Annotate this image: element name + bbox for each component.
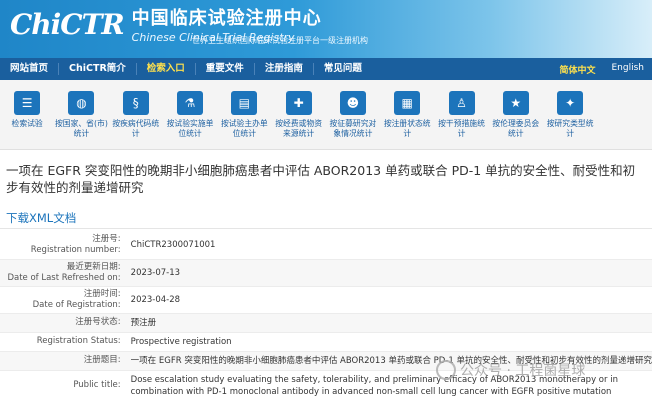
- row-label: 最近更新日期: Date of Last Refreshed on:: [0, 259, 125, 287]
- tool-label: 按国家、省(市)统计: [55, 119, 108, 138]
- table-row: 注册号: Registration number: ChiCTR230007100…: [0, 232, 652, 260]
- row-label: 注册题目:: [0, 351, 125, 371]
- registration-status-en: Prospective registration: [124, 332, 652, 352]
- tool-by-disease[interactable]: § 按疾病代码统计: [109, 80, 163, 149]
- row-label: Registration Status:: [0, 332, 125, 352]
- medkit-icon: ✚: [285, 91, 312, 115]
- watermark-text: 公众号 · 工程菌星球: [460, 363, 586, 379]
- logo-mark: ChiCTR: [10, 7, 125, 41]
- registration-status-cn: 预注册: [124, 313, 652, 333]
- nav-about[interactable]: ChiCTR简介: [59, 63, 137, 75]
- lang-english-link[interactable]: English: [604, 63, 652, 76]
- wechat-icon: [436, 360, 456, 380]
- tool-label: 按试验实施单位统计: [166, 119, 214, 138]
- map-icon: ◍: [68, 91, 95, 115]
- tool-label: 按干预措施统计: [438, 119, 485, 138]
- nav-guide[interactable]: 注册指南: [255, 63, 314, 75]
- row-label: 注册号: Registration number:: [0, 232, 125, 260]
- main-nav: 网站首页 ChiCTR简介 检索入口 重要文件 注册指南 常见问题 简体中文 E…: [0, 58, 652, 80]
- registration-date: 2023-04-28: [124, 286, 652, 314]
- tool-by-funding[interactable]: ✚ 按经费或物资来源统计: [271, 80, 325, 149]
- table-row: 注册时间: Date of Registration: 2023-04-28: [0, 286, 652, 314]
- divider: [0, 228, 652, 229]
- table-row: Registration Status: Prospective registr…: [0, 332, 652, 352]
- tool-by-ethics[interactable]: ★ 按伦理委员会统计: [489, 80, 543, 149]
- tool-label: 按征募研究对象情况统计: [329, 119, 377, 138]
- sparkle-icon: ✦: [557, 91, 584, 115]
- tool-by-institution[interactable]: ⚗ 按试验实施单位统计: [163, 80, 217, 149]
- tool-by-sponsor[interactable]: ▤ 按试验主办单位统计: [217, 80, 271, 149]
- tool-by-recruitment[interactable]: ☻ 按征募研究对象情况统计: [326, 80, 380, 149]
- star-icon: ★: [502, 91, 529, 115]
- list-icon: ☰: [14, 91, 41, 115]
- trial-title: 一项在 EGFR 突变阳性的晚期非小细胞肺癌患者中评估 ABOR2013 单药或…: [6, 163, 636, 195]
- tool-label: 按疾病代码统计: [112, 119, 160, 138]
- row-label: 注册时间: Date of Registration:: [0, 286, 125, 314]
- keyboard-icon: ▦: [394, 91, 421, 115]
- nav-documents[interactable]: 重要文件: [196, 63, 255, 75]
- row-label: 注册号状态:: [0, 313, 125, 333]
- tool-by-study-type[interactable]: ✦ 按研究类型统计: [543, 80, 597, 149]
- tool-label: 按试验主办单位统计: [220, 119, 268, 138]
- tool-label: 按研究类型统计: [546, 119, 594, 138]
- nav-home[interactable]: 网站首页: [0, 63, 60, 75]
- tool-by-country[interactable]: ◍ 按国家、省(市)统计: [54, 80, 108, 149]
- tool-by-status[interactable]: ▦ 按注册状态统计: [380, 80, 434, 149]
- watermark: 公众号 · 工程菌星球: [436, 360, 585, 380]
- people-icon: ☻: [339, 91, 366, 115]
- tool-label: 检索试验: [11, 119, 43, 128]
- table-row: 最近更新日期: Date of Last Refreshed on: 2023-0…: [0, 259, 652, 287]
- registration-number: ChiCTR2300071001: [124, 232, 652, 260]
- dna-icon: §: [122, 91, 149, 115]
- banner-subtitle: 世界卫生组织国际临床试验注册平台一级注册机构: [192, 36, 368, 45]
- download-xml-link[interactable]: 下载XML文档: [6, 210, 76, 226]
- nav-faq[interactable]: 常见问题: [314, 63, 372, 75]
- tool-label: 按注册状态统计: [383, 119, 431, 138]
- person-icon: ♙: [448, 91, 475, 115]
- lang-chinese-link[interactable]: 简体中文: [551, 63, 603, 76]
- tool-label: 按伦理委员会统计: [492, 119, 540, 138]
- last-refreshed-date: 2023-07-13: [124, 259, 652, 287]
- logo-title-cn: 中国临床试验注册中心: [131, 8, 322, 29]
- header-banner: ChiCTR 中国临床试验注册中心 Chinese Clinical Trial…: [0, 0, 652, 58]
- flask-icon: ⚗: [177, 91, 204, 115]
- tool-label: 按经费或物资来源统计: [275, 119, 323, 138]
- tool-by-intervention[interactable]: ♙ 按干预措施统计: [434, 80, 488, 149]
- nav-search[interactable]: 检索入口: [137, 63, 196, 75]
- row-label: Public title:: [0, 370, 125, 400]
- tool-search-trials[interactable]: ☰ 检索试验: [0, 80, 54, 149]
- table-row: 注册号状态: 预注册: [0, 313, 652, 333]
- statistics-toolbar: ☰ 检索试验 ◍ 按国家、省(市)统计 § 按疾病代码统计 ⚗ 按试验实施单位统…: [0, 80, 652, 150]
- clipboard-icon: ▤: [231, 91, 258, 115]
